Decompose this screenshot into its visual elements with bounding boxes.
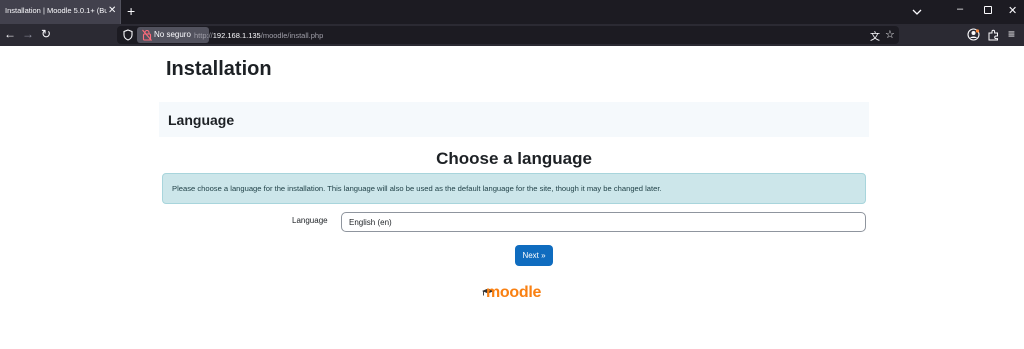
browser-tab[interactable]: Installation | Moodle 5.0.1+ (Build: 2 ✕	[0, 0, 121, 24]
menu-icon[interactable]: ≡	[1008, 27, 1015, 41]
url-path: /moodle/install.php	[260, 31, 324, 40]
url-scheme: http://	[194, 31, 213, 40]
info-alert: Please choose a language for the install…	[162, 173, 866, 204]
alert-text: Please choose a language for the install…	[172, 184, 662, 193]
back-icon[interactable]: ←	[4, 27, 16, 41]
next-button[interactable]: Next »	[515, 245, 553, 266]
tab-title: Installation | Moodle 5.0.1+ (Build: 2	[5, 6, 107, 15]
extensions-icon[interactable]	[988, 29, 999, 41]
page-content: Installation Language Choose a language …	[0, 46, 1024, 349]
language-select-value: English (en)	[349, 218, 392, 227]
star-icon[interactable]: ☆	[885, 28, 895, 41]
site-info-label: No seguro	[154, 30, 191, 39]
language-select[interactable]: English (en)	[341, 212, 866, 232]
reload-icon[interactable]: ↻	[41, 27, 51, 41]
maximize-icon[interactable]	[984, 6, 992, 14]
url-host: 192.168.1.135	[212, 31, 261, 40]
account-icon[interactable]	[967, 28, 980, 41]
logo-text: moodle	[486, 284, 542, 301]
close-window-icon[interactable]: ✕	[1008, 4, 1017, 18]
browser-nav-bar: ← → ↻ No seguro http://192.168.1.135/moo…	[0, 24, 1024, 46]
url-text[interactable]: http://192.168.1.135/moodle/install.php	[194, 31, 323, 40]
new-tab-button[interactable]: +	[127, 4, 135, 18]
page-title: Installation	[166, 58, 272, 80]
section-header: Language	[159, 102, 869, 137]
address-bar[interactable]: No seguro http://192.168.1.135/moodle/in…	[117, 26, 899, 44]
tab-list-icon[interactable]	[910, 5, 924, 19]
choose-language-heading: Choose a language	[436, 149, 592, 168]
forward-icon[interactable]: →	[22, 27, 34, 41]
language-label: Language	[292, 216, 328, 225]
tab-close-icon[interactable]: ✕	[108, 4, 116, 18]
section-title: Language	[168, 112, 235, 128]
minimize-icon[interactable]: –	[957, 3, 963, 15]
browser-tab-bar: Installation | Moodle 5.0.1+ (Build: 2 ✕…	[0, 0, 1024, 24]
not-secure-icon	[142, 29, 152, 41]
shield-icon[interactable]	[123, 29, 133, 41]
translate-icon[interactable]: 文	[870, 28, 880, 43]
